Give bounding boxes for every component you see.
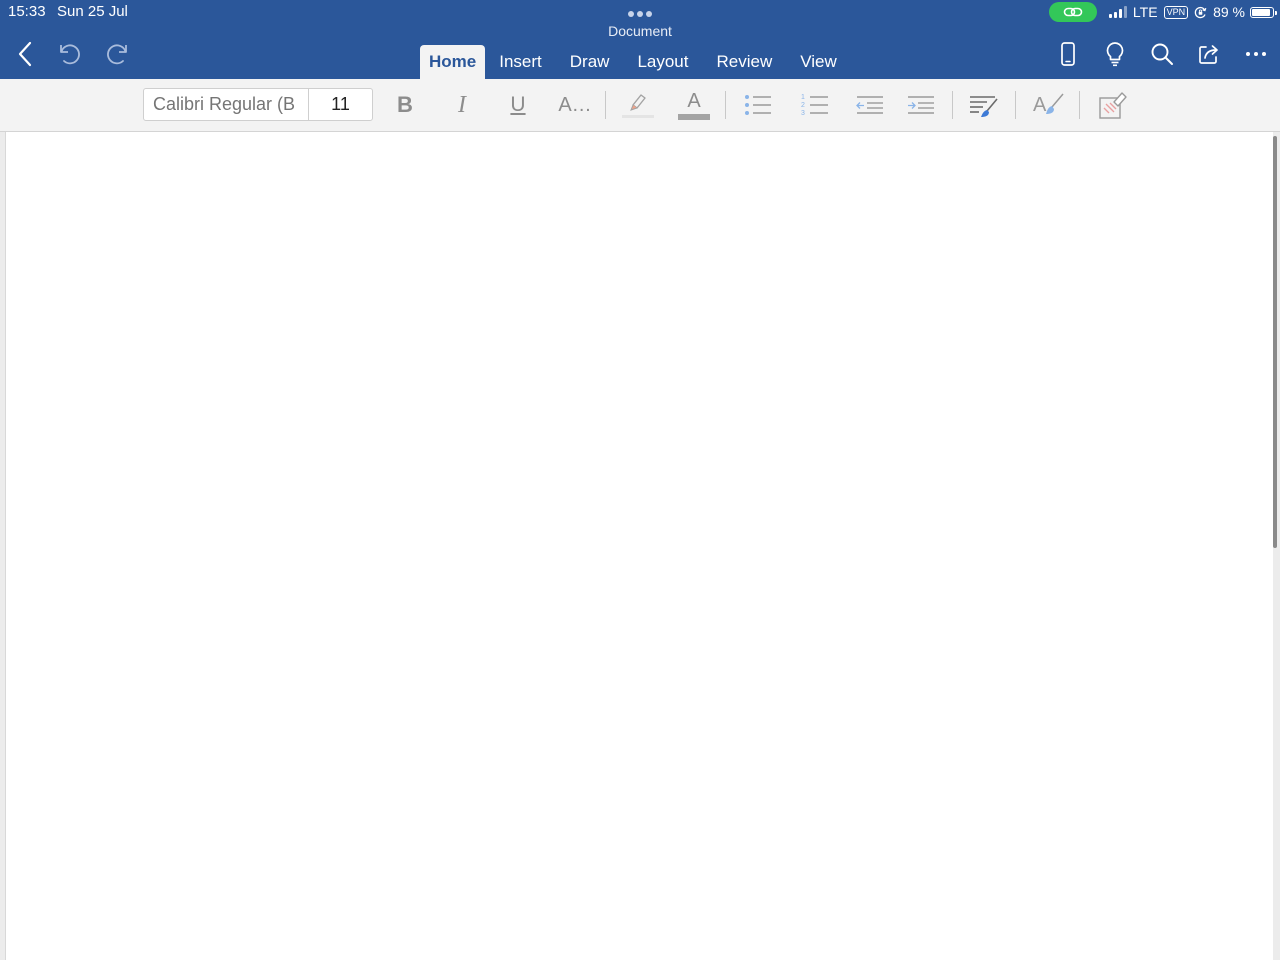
tab-view[interactable]: View (786, 45, 851, 79)
paragraph-formatting-button[interactable] (966, 88, 1002, 122)
font-color-label: A (687, 90, 701, 112)
chevron-left-icon (18, 41, 32, 67)
ribbon-divider (605, 91, 606, 119)
tab-insert[interactable]: Insert (485, 45, 556, 79)
signal-icon (1108, 6, 1127, 18)
font-name-input[interactable] (144, 89, 309, 120)
text-effects-label: A… (558, 93, 592, 116)
more-button[interactable] (1240, 38, 1272, 70)
status-time: 15:33 (8, 3, 46, 20)
font-selector: 11 (143, 88, 373, 121)
bullets-button[interactable] (742, 88, 774, 122)
mobile-view-button[interactable] (1052, 38, 1084, 70)
ribbon-tabs: Home Insert Draw Layout Review View (420, 45, 851, 79)
font-color-indicator: A (678, 90, 710, 120)
vertical-scrollbar[interactable] (1273, 136, 1277, 548)
home-ribbon: 11 B I U A… A (0, 79, 1280, 132)
document-area (0, 132, 1280, 960)
search-icon (1151, 43, 1173, 65)
undo-button[interactable] (54, 38, 86, 70)
numbering-button[interactable]: 1 2 3 (799, 88, 831, 122)
hotspot-indicator (1048, 2, 1097, 22)
brush-icon (1046, 93, 1064, 114)
text-effects-button[interactable]: A… (558, 88, 592, 122)
svg-text:1: 1 (801, 94, 805, 101)
orientation-lock-icon (1194, 6, 1207, 19)
battery-percentage: 89 % (1213, 4, 1245, 20)
svg-text:2: 2 (801, 102, 805, 109)
italic-button[interactable]: I (449, 88, 475, 122)
link-icon (1063, 7, 1083, 17)
search-button[interactable] (1146, 38, 1178, 70)
tab-home[interactable]: Home (420, 45, 486, 79)
lightbulb-icon (1106, 42, 1124, 67)
bold-button[interactable]: B (392, 88, 418, 122)
share-button[interactable] (1193, 38, 1225, 70)
redo-button[interactable] (101, 38, 133, 70)
outdent-icon (856, 96, 883, 114)
document-page[interactable] (5, 132, 1273, 960)
increase-indent-button[interactable] (905, 88, 937, 122)
numbered-list-icon: 1 2 3 (801, 94, 828, 117)
font-size-field[interactable]: 11 (309, 89, 372, 120)
highlight-button[interactable] (620, 88, 656, 122)
ribbon-divider (952, 91, 953, 119)
redo-icon (107, 44, 127, 65)
clear-formatting-icon (1099, 92, 1127, 119)
indent-icon (908, 96, 934, 114)
more-icon (1246, 52, 1266, 56)
multitasking-dots-icon[interactable] (627, 10, 653, 18)
tab-review[interactable]: Review (702, 45, 786, 79)
share-icon (1199, 45, 1218, 64)
battery-icon (1250, 6, 1277, 18)
tell-me-button[interactable] (1099, 38, 1131, 70)
paragraph-brush-icon (970, 96, 998, 117)
header-actions (1052, 38, 1272, 70)
status-indicators: LTE VPN 89 % (1048, 2, 1277, 22)
decrease-indent-button[interactable] (854, 88, 886, 122)
highlighter-icon (622, 94, 654, 118)
font-color-swatch (678, 114, 710, 120)
underline-label: U (510, 93, 526, 116)
styles-indicator: A (1031, 91, 1065, 119)
ribbon-divider (725, 91, 726, 119)
ribbon-divider (1015, 91, 1016, 119)
styles-button[interactable]: A (1030, 88, 1066, 122)
underline-button[interactable]: U (505, 88, 531, 122)
svg-text:3: 3 (801, 110, 805, 117)
vpn-badge: VPN (1163, 5, 1189, 19)
font-color-button[interactable]: A (676, 88, 712, 122)
bold-label: B (397, 92, 413, 117)
title-bar: 15:33 Sun 25 Jul Document LTE VPN 89 % H… (0, 0, 1280, 79)
italic-label: I (458, 91, 466, 118)
tab-draw[interactable]: Draw (556, 45, 624, 79)
status-date: Sun 25 Jul (57, 3, 128, 20)
phone-icon (1061, 42, 1075, 66)
bullet-list-icon (745, 95, 771, 115)
undo-icon (60, 44, 80, 65)
clear-formatting-button[interactable] (1094, 88, 1130, 122)
ribbon-divider (1079, 91, 1080, 119)
back-button[interactable] (9, 38, 41, 70)
network-type: LTE (1132, 4, 1158, 20)
document-title: Document (608, 23, 672, 39)
tab-layout[interactable]: Layout (623, 45, 702, 79)
